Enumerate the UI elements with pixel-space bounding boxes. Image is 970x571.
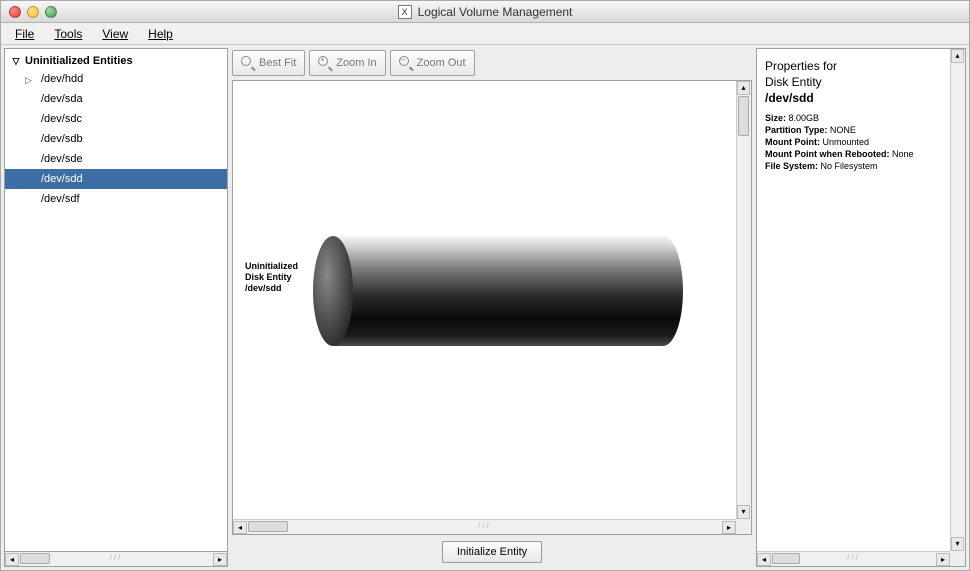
props-scroll-down-icon[interactable]: ▾	[951, 537, 964, 551]
canvas-container: Uninitialized Disk Entity /dev/sdd ▴ ▾	[232, 80, 752, 535]
canvas-vscrollbar[interactable]: ▴ ▾	[736, 81, 751, 519]
canvas-hscrollbar[interactable]: ◂ /// ▸	[233, 519, 736, 534]
collapse-icon[interactable]: ▽	[11, 56, 21, 67]
scroll-down-icon[interactable]: ▾	[737, 505, 750, 519]
zoom-in-icon: +	[318, 56, 332, 70]
canvas-hscroll-thumb[interactable]	[248, 521, 288, 532]
prop-mount-point: Mount Point: Unmounted	[765, 137, 942, 147]
canvas-scroll-right-icon[interactable]: ▸	[722, 521, 736, 534]
window-title-group: X Logical Volume Management	[1, 5, 969, 19]
window-controls	[9, 6, 57, 18]
prop-size: Size: 8.00GB	[765, 113, 942, 123]
close-window-button[interactable]	[9, 6, 21, 18]
zoom-toolbar: Best Fit + Zoom In – Zoom Out	[230, 48, 754, 78]
prop-partition-type: Partition Type: NONE	[765, 125, 942, 135]
prop-mount-reboot: Mount Point when Rebooted: None	[765, 149, 942, 159]
sidebar-scroll-thumb[interactable]	[20, 553, 50, 564]
window-title: Logical Volume Management	[418, 5, 573, 19]
tree-header[interactable]: ▽ Uninitialized Entities	[5, 53, 227, 69]
initialize-entity-button[interactable]: Initialize Entity	[442, 541, 542, 563]
tree-item-dev-hdd[interactable]: /dev/hdd	[5, 69, 227, 89]
menubar: File Tools View Help	[1, 23, 969, 45]
scroll-right-icon[interactable]: ▸	[213, 553, 227, 566]
disk-cylinder-graphic[interactable]	[313, 236, 683, 346]
app-window: X Logical Volume Management File Tools V…	[0, 0, 970, 571]
main-area: ▽ Uninitialized Entities /dev/hdd /dev/s…	[1, 45, 969, 570]
props-hscroll-thumb[interactable]	[772, 553, 800, 564]
zoom-window-button[interactable]	[45, 6, 57, 18]
sidebar-hscrollbar[interactable]: ◂ /// ▸	[4, 552, 228, 567]
canvas-vscroll-thumb[interactable]	[738, 96, 749, 136]
sidebar: ▽ Uninitialized Entities /dev/hdd /dev/s…	[4, 48, 228, 567]
menu-view[interactable]: View	[94, 25, 136, 43]
props-scroll-left-icon[interactable]: ◂	[757, 553, 771, 566]
tree-item-dev-sdf[interactable]: /dev/sdf	[5, 189, 227, 209]
disk-caption: Uninitialized Disk Entity /dev/sdd	[245, 261, 298, 293]
best-fit-label: Best Fit	[259, 57, 296, 69]
props-scroll-up-icon[interactable]: ▴	[951, 49, 964, 63]
zoom-out-label: Zoom Out	[417, 57, 466, 69]
properties-heading-2: Disk Entity	[765, 75, 942, 89]
props-scroll-corner	[950, 551, 965, 566]
magnifier-icon	[241, 56, 255, 70]
action-bar: Initialize Entity	[230, 537, 754, 567]
canvas-scroll-corner	[736, 519, 751, 534]
zoom-out-button[interactable]: – Zoom Out	[390, 50, 475, 76]
menu-tools[interactable]: Tools	[46, 25, 90, 43]
scroll-left-icon[interactable]: ◂	[5, 553, 19, 566]
properties-content: Properties for Disk Entity /dev/sdd Size…	[757, 49, 950, 551]
minimize-window-button[interactable]	[27, 6, 39, 18]
properties-panel: Properties for Disk Entity /dev/sdd Size…	[756, 48, 966, 567]
disk-canvas[interactable]: Uninitialized Disk Entity /dev/sdd	[233, 81, 736, 519]
properties-hscrollbar[interactable]: ◂ /// ▸	[757, 551, 950, 566]
titlebar: X Logical Volume Management	[1, 1, 969, 23]
properties-vscrollbar[interactable]: ▴ ▾	[950, 49, 965, 551]
x11-icon: X	[398, 5, 412, 19]
tree-item-dev-sdd[interactable]: /dev/sdd	[5, 169, 227, 189]
zoom-in-button[interactable]: + Zoom In	[309, 50, 385, 76]
scroll-up-icon[interactable]: ▴	[737, 81, 750, 95]
tree-item-dev-sda[interactable]: /dev/sda	[5, 89, 227, 109]
best-fit-button[interactable]: Best Fit	[232, 50, 305, 76]
tree-header-label: Uninitialized Entities	[25, 55, 133, 67]
properties-heading-1: Properties for	[765, 59, 942, 73]
props-scroll-right-icon[interactable]: ▸	[936, 553, 950, 566]
zoom-in-label: Zoom In	[336, 57, 376, 69]
tree-item-dev-sde[interactable]: /dev/sde	[5, 149, 227, 169]
menu-file[interactable]: File	[7, 25, 42, 43]
zoom-out-icon: –	[399, 56, 413, 70]
center-panel: Best Fit + Zoom In – Zoom Out Uninitiali…	[230, 48, 754, 567]
canvas-scroll-left-icon[interactable]: ◂	[233, 521, 247, 534]
entity-tree[interactable]: ▽ Uninitialized Entities /dev/hdd /dev/s…	[4, 48, 228, 552]
tree-item-dev-sdc[interactable]: /dev/sdc	[5, 109, 227, 129]
tree-item-dev-sdb[interactable]: /dev/sdb	[5, 129, 227, 149]
properties-heading-device: /dev/sdd	[765, 91, 942, 105]
prop-filesystem: File System: No Filesystem	[765, 161, 942, 171]
menu-help[interactable]: Help	[140, 25, 181, 43]
